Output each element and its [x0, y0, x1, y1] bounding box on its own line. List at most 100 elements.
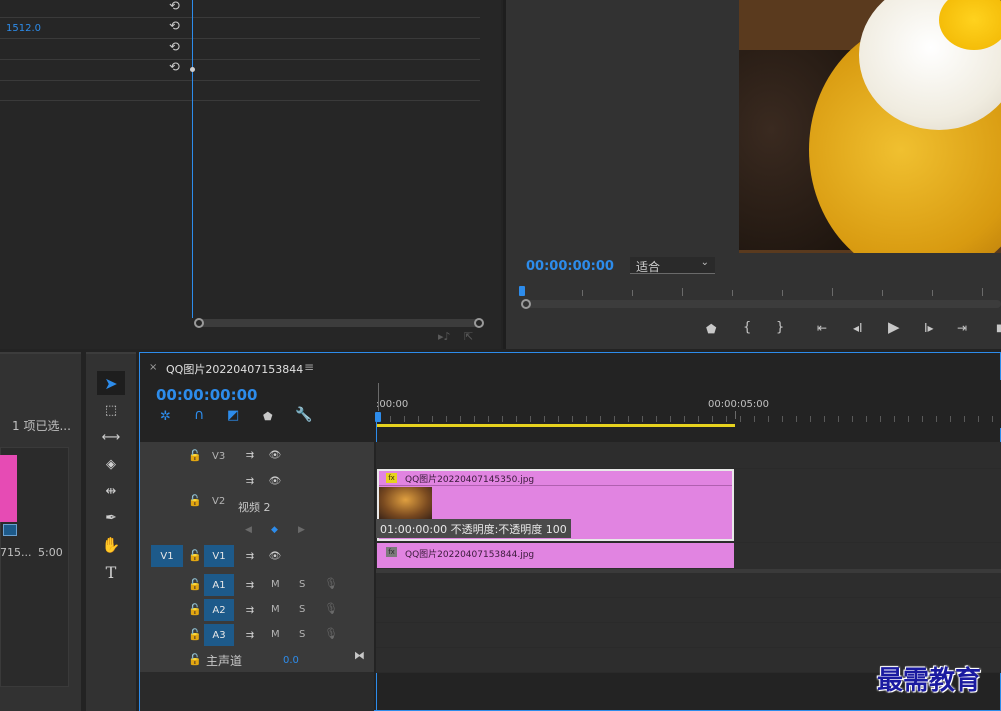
- snap-magnet-icon[interactable]: ∩: [194, 408, 204, 422]
- mute-button[interactable]: M: [271, 579, 280, 590]
- master-track-label: 主声道: [206, 654, 243, 668]
- add-marker-icon[interactable]: ⬟: [706, 323, 716, 335]
- reset-icon[interactable]: ⟲: [169, 0, 180, 13]
- project-clip-thumbnail[interactable]: [0, 455, 17, 522]
- nest-icon[interactable]: ✲: [160, 410, 171, 423]
- track-target-a2[interactable]: A2: [204, 599, 234, 621]
- master-volume-value[interactable]: 0.0: [283, 655, 299, 666]
- mark-in-icon[interactable]: {: [743, 321, 751, 334]
- lock-icon[interactable]: 🔓: [188, 579, 202, 590]
- add-marker-icon[interactable]: ⬟: [263, 411, 273, 422]
- property-row-line: [0, 100, 480, 101]
- microphone-icon[interactable]: 🎙: [324, 578, 338, 589]
- clip-v1-name: QQ图片20220407153844.jpg: [405, 550, 535, 560]
- timeline-playhead-marker[interactable]: [375, 412, 381, 422]
- timeline-tab-close[interactable]: ×: [149, 362, 157, 373]
- microphone-icon[interactable]: 🎙: [324, 603, 338, 614]
- lock-icon[interactable]: 🔓: [188, 629, 202, 640]
- lock-icon[interactable]: 🔓: [188, 550, 202, 561]
- solo-button[interactable]: S: [299, 629, 305, 640]
- program-zoom-bar[interactable]: [526, 300, 1001, 308]
- next-keyframe-icon[interactable]: ▶: [298, 526, 305, 535]
- scroll-handle-left[interactable]: [194, 318, 204, 328]
- solo-button[interactable]: S: [299, 579, 305, 590]
- solo-button[interactable]: S: [299, 604, 305, 615]
- mark-out-icon[interactable]: }: [776, 321, 784, 334]
- opacity-tooltip: 01:00:00:00 不透明度:不透明度 100: [376, 519, 571, 538]
- playhead-line[interactable]: [192, 0, 193, 318]
- reset-icon[interactable]: ⟲: [169, 61, 180, 74]
- overflow-icon[interactable]: ■: [996, 324, 1001, 334]
- zoom-scrollbar[interactable]: [197, 319, 481, 327]
- go-to-end-icon[interactable]: ⧓: [354, 650, 365, 661]
- eye-icon[interactable]: 👁: [263, 470, 287, 492]
- mute-button[interactable]: M: [271, 629, 280, 640]
- track-name-v2[interactable]: 视频 2: [238, 499, 271, 515]
- hand-tool-icon[interactable]: ✋: [97, 533, 125, 557]
- watermark-logo: 最需教育: [877, 666, 982, 696]
- sync-lock-icon[interactable]: ⇉: [238, 624, 262, 646]
- project-clip-name[interactable]: 715...: [0, 546, 32, 559]
- selection-tool-icon[interactable]: ➤: [97, 371, 125, 395]
- property-row-line: [0, 59, 480, 60]
- lock-icon[interactable]: 🔓: [188, 495, 202, 506]
- property-row-line: [0, 17, 480, 18]
- eye-icon[interactable]: 👁: [263, 545, 287, 567]
- eye-icon[interactable]: 👁: [263, 444, 287, 466]
- go-to-in-icon[interactable]: ⇤: [817, 322, 827, 334]
- mute-button[interactable]: M: [271, 604, 280, 615]
- pen-tool-icon[interactable]: ✒: [97, 506, 125, 530]
- audio-icon[interactable]: ▸♪: [438, 331, 451, 342]
- ripple-edit-tool-icon[interactable]: ⟷: [97, 425, 125, 449]
- play-icon[interactable]: ▶: [888, 320, 900, 335]
- slip-tool-icon[interactable]: ⇹: [97, 479, 125, 503]
- wrench-icon[interactable]: 🔧: [295, 408, 312, 422]
- sync-lock-icon[interactable]: ⇉: [238, 444, 262, 466]
- tools-header-line: [86, 352, 136, 354]
- track-header-bottom: [140, 672, 374, 711]
- timeline-timecode[interactable]: 00:00:00:00: [156, 386, 258, 404]
- property-value[interactable]: 1512.0: [6, 23, 41, 34]
- reset-icon[interactable]: ⟲: [169, 41, 180, 54]
- track-select-tool-icon[interactable]: ⬚: [97, 398, 125, 422]
- type-tool-icon[interactable]: T: [97, 560, 125, 584]
- program-playhead[interactable]: [519, 286, 525, 296]
- track-lane-a2: [376, 598, 1001, 622]
- microphone-icon[interactable]: 🎙: [324, 628, 338, 639]
- program-timeline-ruler[interactable]: [522, 286, 1001, 298]
- prev-keyframe-icon[interactable]: ◀: [245, 526, 252, 535]
- step-back-icon[interactable]: ◂I: [853, 322, 863, 334]
- property-row-line: [0, 38, 480, 39]
- source-patch-v1[interactable]: V1: [151, 545, 183, 567]
- sync-lock-icon[interactable]: ⇉: [238, 470, 262, 492]
- work-area-bar[interactable]: [376, 424, 735, 427]
- track-target-v1[interactable]: V1: [204, 545, 234, 567]
- sync-lock-icon[interactable]: ⇉: [238, 599, 262, 621]
- timeline-tab-title[interactable]: QQ图片20220407153844: [166, 361, 303, 377]
- sync-lock-icon[interactable]: ⇉: [238, 545, 262, 567]
- export-icon[interactable]: ⇱: [464, 331, 473, 342]
- step-forward-icon[interactable]: I▸: [924, 322, 934, 334]
- program-timecode[interactable]: 00:00:00:00: [526, 259, 614, 274]
- linked-selection-icon[interactable]: ◩: [227, 409, 239, 422]
- go-to-out-icon[interactable]: ⇥: [957, 322, 967, 334]
- lock-icon[interactable]: 🔓: [188, 604, 202, 615]
- add-keyframe-icon[interactable]: ◆: [271, 526, 278, 535]
- razor-tool-icon[interactable]: ◈: [97, 452, 125, 476]
- track-lane-v3: [376, 442, 1001, 468]
- program-video-frame[interactable]: [739, 0, 1001, 253]
- scroll-handle-right[interactable]: [474, 318, 484, 328]
- fx-badge: fx: [386, 547, 397, 557]
- track-target-a1[interactable]: A1: [204, 574, 234, 596]
- program-zoom-handle[interactable]: [521, 299, 531, 309]
- timeline-tab-menu[interactable]: ≡: [304, 360, 314, 374]
- lock-icon[interactable]: 🔓: [188, 654, 202, 665]
- reset-icon[interactable]: ⟲: [169, 20, 180, 33]
- lock-icon[interactable]: 🔓: [188, 450, 202, 461]
- ruler-start-label: :00:00: [376, 399, 409, 410]
- track-target-a3[interactable]: A3: [204, 624, 234, 646]
- fit-dropdown[interactable]: 适合 ⌄: [630, 257, 715, 274]
- keyframe-dot[interactable]: [190, 67, 195, 72]
- sync-lock-icon[interactable]: ⇉: [238, 574, 262, 596]
- clip-v2-name: QQ图片20220407145350.jpg: [405, 475, 535, 485]
